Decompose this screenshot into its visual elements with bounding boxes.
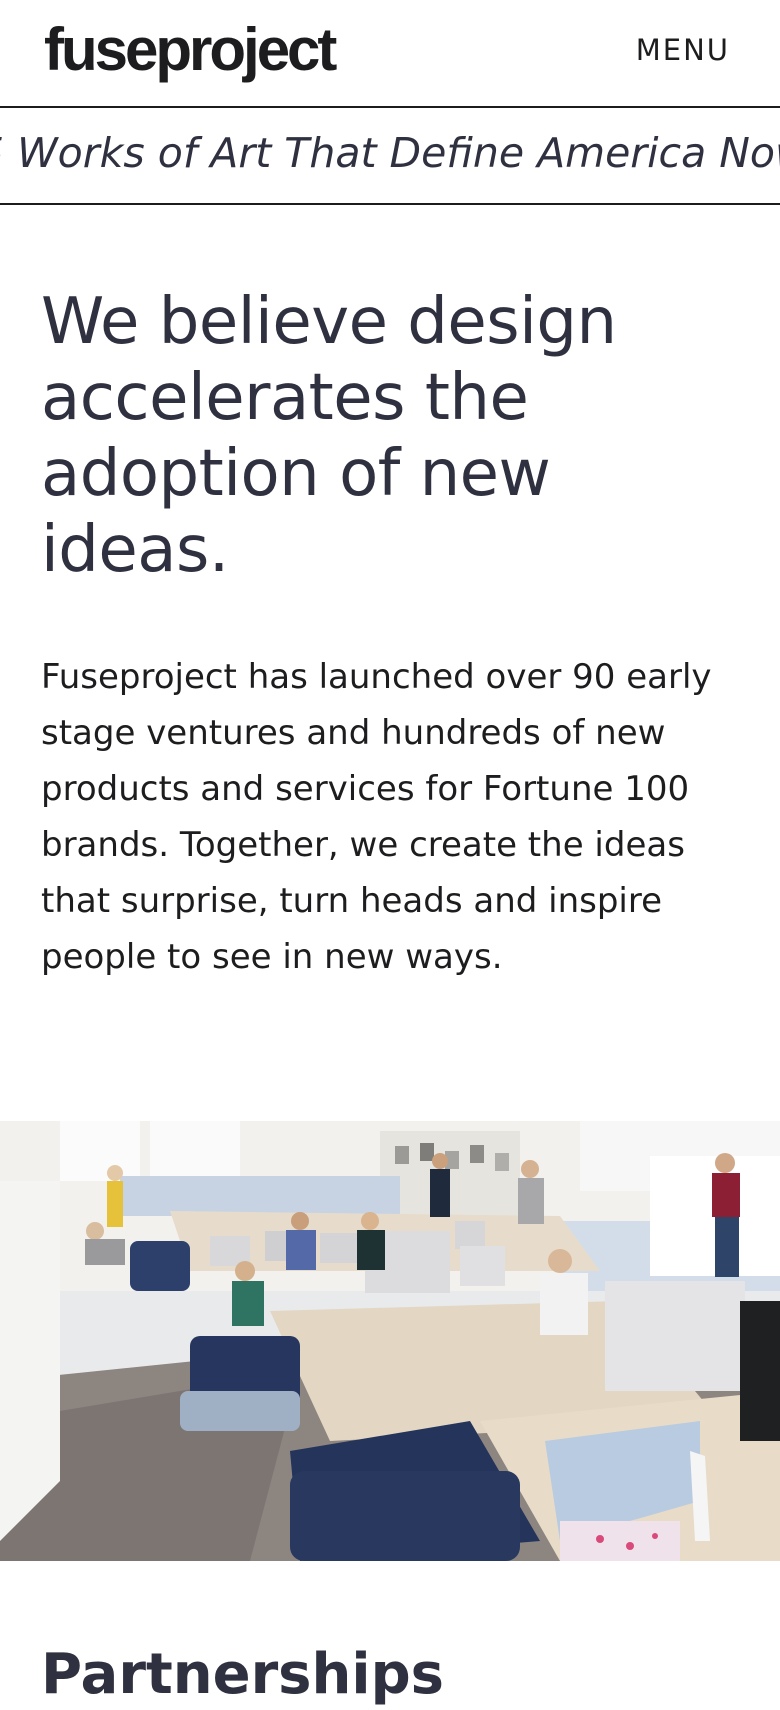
news-ticker[interactable]: 5 Works of Art That Define America Now [0, 108, 780, 205]
office-photo-illustration [0, 1121, 780, 1561]
office-photo [0, 1121, 780, 1561]
hero-headline: We believe design accelerates the adopti… [41, 285, 617, 587]
site-header: fuseproject MENU [0, 0, 780, 108]
hero-body: Fuseproject has launched over 90 early s… [41, 657, 712, 977]
menu-button[interactable]: MENU [636, 32, 730, 68]
section-title-partnerships: Partnerships [41, 1642, 444, 1707]
site-logo[interactable]: fuseproject [44, 14, 337, 86]
ticker-headline[interactable]: 5 Works of Art That Define America Now [0, 126, 780, 180]
